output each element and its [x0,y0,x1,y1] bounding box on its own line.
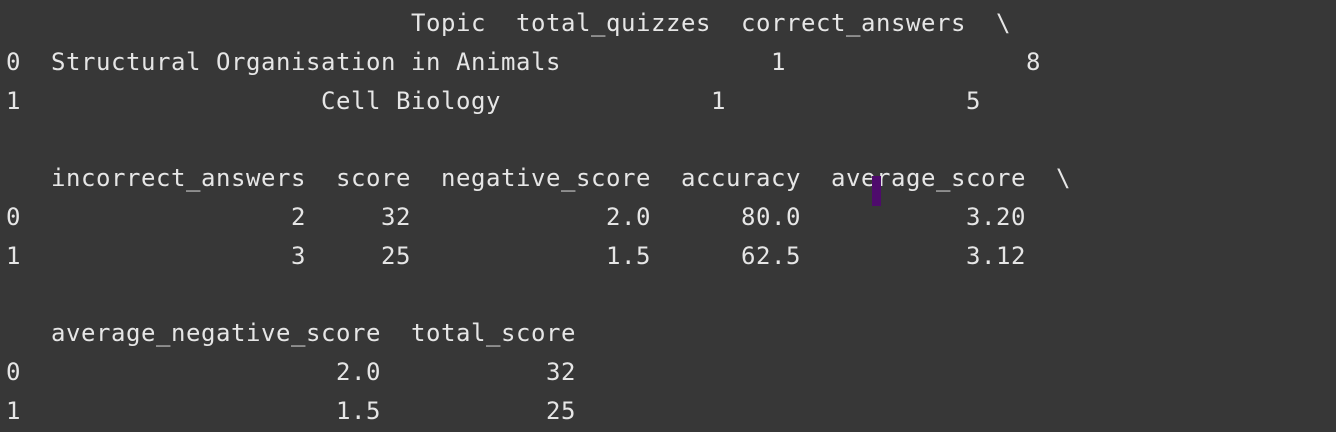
text-cursor [872,176,881,206]
output-line-header-2: incorrect_answers score negative_score a… [6,164,1071,192]
output-line-header-1: Topic total_quizzes correct_answers \ [6,9,1011,37]
output-line-row-0a: 0 Structural Organisation in Animals 1 8 [6,47,1041,76]
console-output-area: Topic total_quizzes correct_answers \ 0 … [0,0,1336,432]
output-line-row-1c: 1 1.5 25 [6,396,576,425]
output-line-header-3: average_negative_score total_score [6,319,576,347]
output-line-row-1b: 1 3 25 1.5 62.5 3.12 [6,241,1026,270]
dataframe-output: Topic total_quizzes correct_answers \ 0 … [0,0,1336,430]
output-line-row-0b: 0 2 32 2.0 80.0 3.20 [6,202,1026,231]
output-line-row-1a: 1 Cell Biology 1 5 [6,86,981,115]
output-line-row-0c: 0 2.0 32 [6,357,576,386]
